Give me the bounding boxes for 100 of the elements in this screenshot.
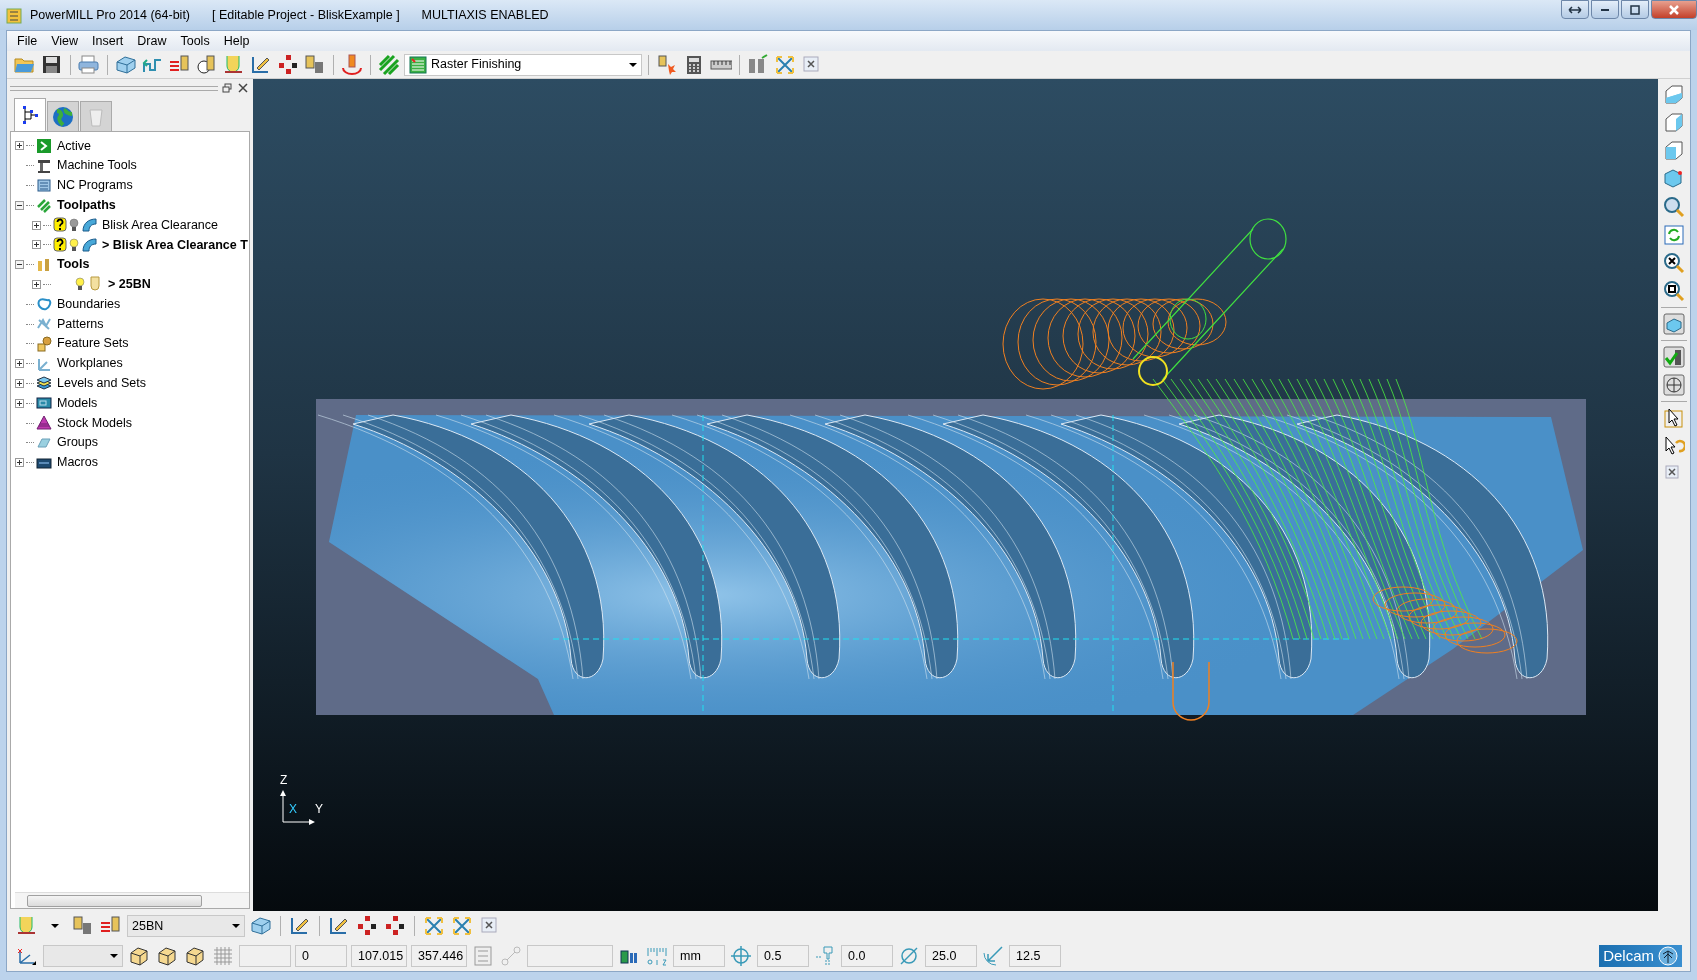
tree-item[interactable]: Levels and Sets bbox=[57, 374, 146, 393]
view-toolbar-button[interactable] bbox=[1662, 373, 1686, 397]
input-field[interactable] bbox=[239, 945, 291, 967]
view-toolbar-button[interactable] bbox=[1662, 251, 1686, 275]
tree-item[interactable]: Feature Sets bbox=[57, 334, 129, 354]
light-bulb-icon[interactable] bbox=[69, 217, 79, 234]
block-button[interactable] bbox=[249, 914, 273, 938]
points-icon bbox=[500, 945, 522, 967]
company-logo: Delcam bbox=[1603, 945, 1654, 966]
expand-toggle[interactable] bbox=[32, 240, 41, 250]
stepover-field[interactable]: 12.5 bbox=[1009, 945, 1061, 967]
resize-button[interactable] bbox=[450, 914, 474, 938]
window-icon bbox=[222, 83, 232, 93]
expand-toggle[interactable] bbox=[32, 279, 41, 289]
panel-close-button[interactable] bbox=[236, 82, 250, 94]
axis-label: Z bbox=[280, 772, 288, 789]
restore-button[interactable] bbox=[1561, 0, 1589, 19]
tree-item[interactable]: > 25BN bbox=[108, 275, 151, 294]
tool-dropdown[interactable]: 25BN bbox=[127, 915, 245, 937]
tree-item[interactable]: Workplanes bbox=[57, 354, 123, 374]
tree-item[interactable]: Machine Tools bbox=[57, 156, 137, 176]
tool-axis-button[interactable] bbox=[355, 914, 379, 938]
view-z-button[interactable] bbox=[183, 944, 207, 968]
tolerance-button[interactable] bbox=[729, 944, 753, 968]
print-button[interactable] bbox=[77, 52, 101, 77]
cube-icon bbox=[1663, 84, 1685, 106]
tree-item[interactable]: Toolpaths bbox=[57, 195, 116, 215]
expand-toggle[interactable] bbox=[15, 141, 24, 151]
view-toolbar-button[interactable] bbox=[1662, 406, 1686, 430]
arrows-icon bbox=[1568, 4, 1582, 15]
expand-toggle[interactable] bbox=[15, 398, 24, 408]
expand-toggle[interactable] bbox=[15, 359, 24, 369]
plunge-button[interactable] bbox=[340, 52, 364, 77]
arrows-icon bbox=[774, 53, 796, 76]
strategy-button[interactable] bbox=[377, 52, 401, 77]
close-button[interactable] bbox=[1651, 0, 1697, 19]
horizontal-scrollbar[interactable] bbox=[15, 892, 249, 908]
menu-item[interactable]: View bbox=[44, 31, 86, 51]
axis-pencil-icon bbox=[328, 915, 350, 937]
diameter-field[interactable]: 25.0 bbox=[925, 945, 977, 967]
expand-toggle[interactable] bbox=[15, 458, 24, 468]
tools-icon bbox=[36, 256, 52, 273]
collapse-toggle[interactable] bbox=[15, 260, 24, 270]
tool-axis-button[interactable] bbox=[383, 914, 407, 938]
graphics-viewport[interactable]: Z X Y bbox=[253, 79, 1658, 911]
coordinate-field[interactable]: 0 bbox=[295, 945, 347, 967]
tree-item[interactable]: NC Programs bbox=[57, 176, 133, 195]
tree-item[interactable]: Groups bbox=[57, 433, 98, 453]
collision-button[interactable] bbox=[655, 52, 679, 77]
expand-toggle[interactable] bbox=[15, 378, 24, 388]
feature-icon bbox=[36, 335, 52, 352]
maximize-icon bbox=[1630, 4, 1640, 15]
menu-item[interactable]: Draw bbox=[130, 31, 174, 51]
cube-icon bbox=[1663, 112, 1685, 134]
maximize-button[interactable] bbox=[1621, 0, 1649, 19]
strategy-dropdown[interactable]: Raster Finishing bbox=[404, 53, 642, 76]
coordinate-field[interactable]: 107.015 bbox=[351, 945, 407, 967]
view-toolbar-button[interactable] bbox=[1662, 345, 1686, 369]
light-bulb-icon[interactable] bbox=[69, 236, 79, 253]
tree-item[interactable]: Patterns bbox=[57, 314, 104, 334]
units-field[interactable]: mm bbox=[673, 945, 725, 967]
tree-item[interactable]: Boundaries bbox=[57, 294, 121, 314]
boundary-button[interactable] bbox=[276, 52, 300, 77]
coordinate-field[interactable]: 357.446 bbox=[411, 945, 467, 967]
float-button[interactable] bbox=[220, 82, 234, 94]
tree-item[interactable]: Active bbox=[57, 136, 92, 156]
view-x-button[interactable] bbox=[127, 944, 151, 968]
tree-item[interactable]: Macros bbox=[57, 453, 98, 472]
collapse-toggle[interactable] bbox=[15, 200, 24, 210]
menu-item[interactable]: File bbox=[10, 31, 45, 51]
tree-item[interactable]: Tools bbox=[57, 255, 90, 275]
plus-icon bbox=[33, 221, 40, 229]
tree-item[interactable]: > Blisk Area Clearance T bbox=[102, 235, 248, 255]
raster-icon bbox=[409, 55, 427, 74]
tree-item[interactable]: Models bbox=[57, 393, 98, 413]
expand-toggle[interactable] bbox=[32, 220, 41, 230]
view-toolbar-button[interactable] bbox=[1662, 279, 1686, 303]
toolpath-icon bbox=[36, 197, 52, 214]
menu-item[interactable]: Tools bbox=[173, 31, 217, 51]
cursor-icon bbox=[1663, 407, 1685, 429]
cutter-icon bbox=[16, 915, 38, 937]
view-y-button[interactable] bbox=[155, 944, 179, 968]
pattern-icon bbox=[36, 316, 52, 333]
edit-button[interactable] bbox=[422, 914, 446, 938]
light-bulb-icon[interactable] bbox=[75, 276, 85, 293]
tree-item[interactable]: Blisk Area Clearance bbox=[102, 215, 219, 235]
plus-icon bbox=[33, 280, 40, 288]
cutter-icon bbox=[196, 53, 218, 76]
minimize-button[interactable] bbox=[1591, 0, 1619, 19]
menu-item[interactable]: Insert bbox=[85, 31, 131, 51]
stepover-button[interactable] bbox=[981, 944, 1005, 968]
menu-item[interactable]: Help bbox=[216, 31, 257, 51]
explorer-tab[interactable] bbox=[47, 101, 79, 131]
app-logo-icon bbox=[6, 6, 22, 24]
tolerance-field[interactable]: 0.5 bbox=[757, 945, 809, 967]
zoom-icon bbox=[1663, 280, 1685, 302]
offset-field[interactable]: 0.0 bbox=[841, 945, 893, 967]
explorer-tab[interactable] bbox=[14, 98, 46, 131]
input-field[interactable] bbox=[527, 945, 613, 967]
tree-item[interactable]: Stock Models bbox=[57, 413, 133, 433]
